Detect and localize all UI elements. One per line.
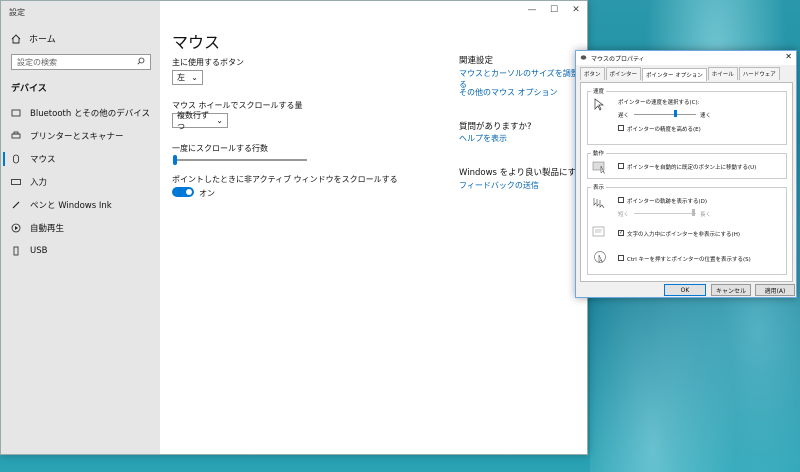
sidebar-item-label: 自動再生 — [30, 224, 65, 234]
tab-wheel[interactable]: ホイール — [707, 67, 738, 80]
apply-button[interactable]: 適用(A) — [755, 284, 795, 296]
speed-group: 速度 ポインターの速度を選択する(C): 遅く 速く ポインターの精度を高める(… — [587, 87, 787, 145]
snap-group-title: 動作 — [591, 149, 607, 157]
sidebar-item-label: ペンと Windows Ink — [30, 201, 112, 211]
pen-icon — [11, 200, 21, 210]
sidebar-item-mouse[interactable]: マウス — [1, 148, 160, 170]
speed-slow-label: 遅く — [618, 113, 630, 119]
link-get-help[interactable]: ヘルプを表示 — [459, 133, 507, 144]
trails-label: ポインターの軌跡を表示する(D) — [627, 199, 708, 205]
tab-pointer-options[interactable]: ポインター オプション — [642, 68, 707, 81]
sidebar-item-label: 入力 — [30, 178, 48, 188]
tab-buttons[interactable]: ボタン — [580, 67, 605, 80]
sidebar-item-label: USB — [30, 246, 48, 256]
autoplay-icon — [11, 223, 21, 233]
search-input[interactable]: 設定の検索 — [11, 54, 151, 70]
section-title: デバイス — [11, 84, 47, 94]
sidebar-item-pen[interactable]: ペンと Windows Ink — [1, 194, 160, 216]
trails-short-label: 短く — [618, 212, 630, 218]
precision-label: ポインターの精度を高める(E) — [627, 127, 701, 133]
hide-label: 文字の入力中にポインターを非表示にする(H) — [627, 232, 740, 238]
ctrl-label: Ctrl キーを押すとポインターの位置を表示する(S) — [627, 257, 751, 263]
trails-slider-track — [634, 213, 696, 214]
hide-pointer-icon — [592, 226, 608, 240]
settings-window: 設定 ホーム 設定の検索 デバイス Bluetooth とその他のデバイス プリ… — [0, 0, 588, 455]
search-icon — [137, 57, 145, 67]
chevron-down-icon: ⌄ — [191, 73, 198, 82]
tab-hardware[interactable]: ハードウェア — [738, 67, 780, 80]
keyboard-icon — [11, 177, 21, 187]
sidebar: 設定 ホーム 設定の検索 デバイス Bluetooth とその他のデバイス プリ… — [1, 1, 160, 454]
bluetooth-icon — [11, 108, 21, 118]
link-more-mouse-options[interactable]: その他のマウス オプション — [459, 87, 558, 98]
trails-slider-thumb[interactable] — [692, 209, 695, 216]
snap-checkbox[interactable] — [618, 163, 624, 169]
sidebar-item-label: プリンターとスキャナー — [30, 132, 124, 142]
pointer-trails-icon — [592, 196, 608, 210]
ok-button[interactable]: OK — [664, 284, 706, 296]
link-feedback[interactable]: フィードバックの送信 — [459, 180, 539, 191]
speed-slider-track — [634, 114, 696, 115]
home-label: ホーム — [29, 35, 56, 45]
speed-fast-label: 速く — [700, 113, 712, 119]
dialog-title: マウスのプロパティ — [591, 55, 645, 63]
ctrl-checkbox[interactable] — [618, 255, 624, 261]
tab-pointers[interactable]: ポインター — [605, 67, 642, 80]
help-title: 質問がありますか? — [459, 122, 532, 132]
feedback-title: Windows をより良い製品にする — [459, 168, 585, 178]
sidebar-item-home[interactable]: ホーム — [11, 32, 56, 45]
visibility-group: 表示 ポインターの軌跡を表示する(D) 短く 長く ✓ 文字の入力中にポインター… — [587, 183, 787, 275]
speed-slider-thumb[interactable] — [674, 110, 677, 117]
lines-slider-track — [174, 159, 307, 161]
sidebar-item-label: Bluetooth とその他のデバイス — [30, 109, 150, 119]
trails-checkbox[interactable] — [618, 197, 624, 203]
hide-checkbox[interactable]: ✓ — [618, 230, 624, 236]
sidebar-item-label: マウス — [30, 155, 56, 165]
related-title: 関連設定 — [459, 56, 494, 66]
primary-button-value: 左 — [177, 73, 185, 82]
mouse-icon — [580, 54, 587, 63]
sidebar-item-printers[interactable]: プリンターとスキャナー — [1, 125, 160, 147]
pointer-speed-icon — [592, 98, 608, 112]
snap-to-icon — [592, 160, 608, 174]
trails-long-label: 長く — [700, 212, 712, 218]
sidebar-item-typing[interactable]: 入力 — [1, 171, 160, 193]
main-content: マウス 主に使用するボタン 左 ⌄ マウス ホイールでスクロールする量 複数行ず… — [160, 1, 587, 454]
speed-group-title: 速度 — [591, 87, 607, 95]
toggle-state: オン — [199, 189, 215, 198]
close-icon[interactable]: ✕ — [785, 52, 792, 61]
usb-icon — [11, 246, 21, 256]
dialog-tabs: ボタン ポインター ポインター オプション ホイール ハードウェア — [576, 65, 796, 81]
lines-slider-thumb[interactable] — [173, 155, 177, 165]
page-title: マウス — [172, 33, 221, 52]
snap-label: ポインターを自動的に既定のボタン上に移動する(U) — [627, 165, 757, 171]
tab-panel: 速度 ポインターの速度を選択する(C): 遅く 速く ポインターの精度を高める(… — [580, 82, 793, 282]
home-icon — [11, 33, 21, 44]
app-title: 設定 — [9, 8, 25, 17]
wheel-select[interactable]: 複数行ずつ ⌄ — [172, 111, 228, 131]
inactive-scroll-label: ポイントしたときに非アクティブ ウィンドウをスクロールする — [172, 175, 398, 184]
visibility-group-title: 表示 — [591, 183, 607, 191]
search-placeholder: 設定の検索 — [17, 57, 57, 67]
precision-checkbox[interactable] — [618, 125, 624, 131]
speed-label: ポインターの速度を選択する(C): — [618, 100, 700, 106]
chevron-down-icon: ⌄ — [216, 116, 223, 125]
printer-icon — [11, 131, 21, 141]
inactive-scroll-toggle[interactable] — [172, 187, 194, 197]
mouse-icon — [11, 154, 21, 164]
primary-button-select[interactable]: 左 ⌄ — [172, 70, 203, 85]
dialog-titlebar: マウスのプロパティ ✕ — [576, 51, 796, 65]
mouse-properties-dialog: マウスのプロパティ ✕ ボタン ポインター ポインター オプション ホイール ハ… — [575, 50, 797, 298]
sidebar-item-autoplay[interactable]: 自動再生 — [1, 217, 160, 239]
cancel-button[interactable]: キャンセル — [711, 284, 751, 296]
snap-group: 動作 ポインターを自動的に既定のボタン上に移動する(U) — [587, 149, 787, 179]
ctrl-locate-icon — [592, 250, 608, 264]
sidebar-item-bluetooth[interactable]: Bluetooth とその他のデバイス — [1, 102, 160, 124]
lines-label: 一度にスクロールする行数 — [172, 144, 268, 153]
primary-button-label: 主に使用するボタン — [172, 58, 244, 67]
wheel-value: 複数行ずつ — [177, 110, 209, 131]
sidebar-item-usb[interactable]: USB — [1, 240, 160, 262]
